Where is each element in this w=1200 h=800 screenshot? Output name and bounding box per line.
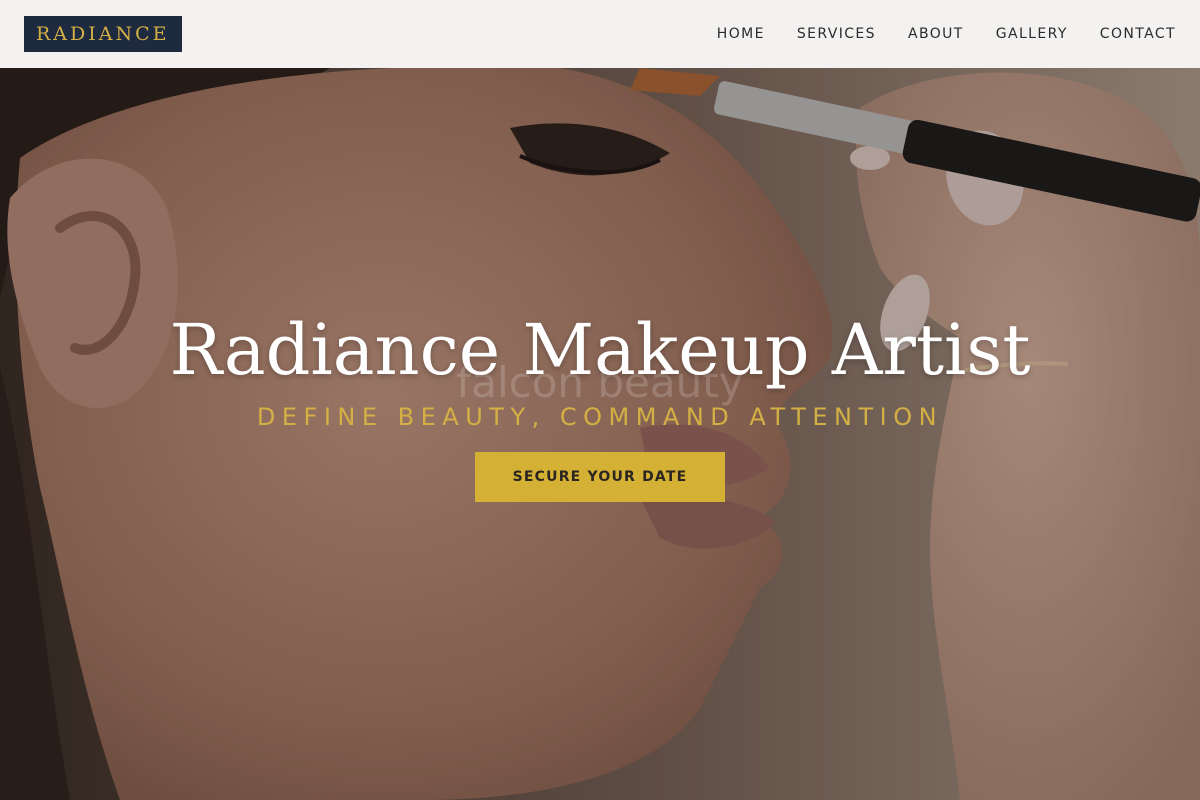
- site-header: RADIANCE HOME SERVICES ABOUT GALLERY CON…: [0, 0, 1200, 68]
- hero-content: Radiance Makeup Artist DEFINE BEAUTY, CO…: [0, 308, 1200, 502]
- main-nav: HOME SERVICES ABOUT GALLERY CONTACT: [685, 26, 1176, 42]
- hero-section: falcon beauty Radiance Makeup Artist DEF…: [0, 68, 1200, 800]
- hero-title: Radiance Makeup Artist: [169, 309, 1031, 391]
- brand-logo[interactable]: RADIANCE: [24, 16, 182, 52]
- hero-subtitle: DEFINE BEAUTY, COMMAND ATTENTION: [256, 403, 944, 431]
- nav-services-link[interactable]: SERVICES: [797, 26, 876, 42]
- nav-contact-link[interactable]: CONTACT: [1100, 26, 1176, 42]
- nav-home-link[interactable]: HOME: [717, 26, 765, 42]
- nav-gallery-link[interactable]: GALLERY: [996, 26, 1068, 42]
- secure-your-date-button[interactable]: SECURE YOUR DATE: [475, 452, 725, 502]
- nav-about-link[interactable]: ABOUT: [908, 26, 964, 42]
